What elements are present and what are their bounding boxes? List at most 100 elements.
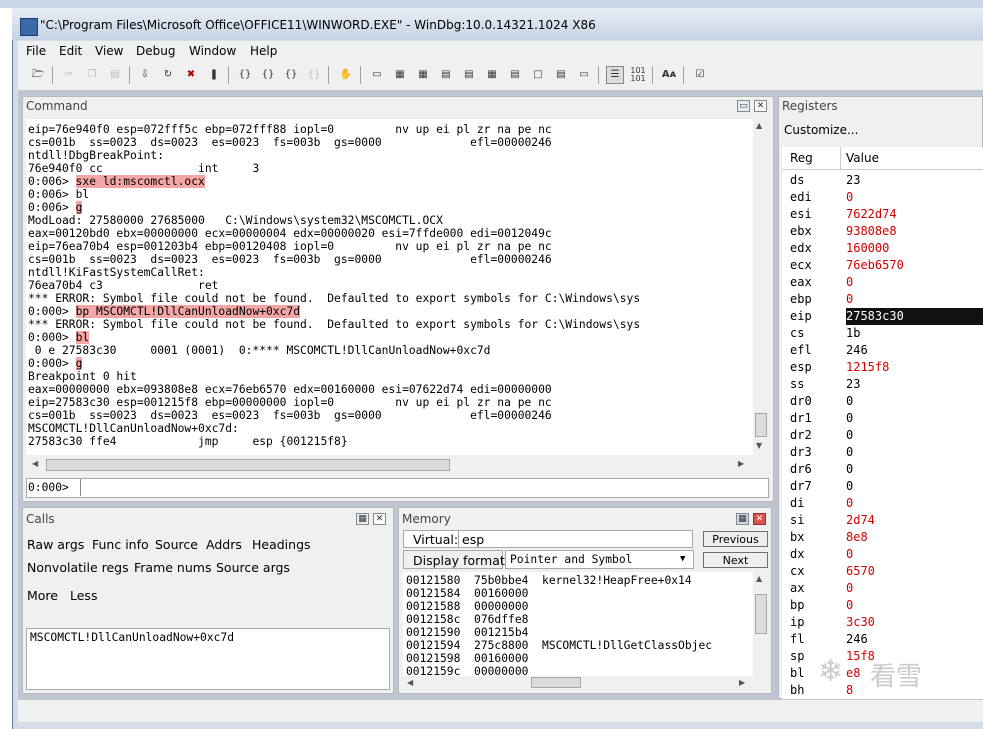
scroll-thumb[interactable] (531, 677, 581, 688)
source-option[interactable]: Source (155, 537, 198, 552)
disassembly-window-icon[interactable]: ▤ (506, 66, 524, 84)
go-icon[interactable]: ⇩ (136, 66, 154, 84)
scroll-right-icon[interactable]: ▶ (738, 459, 744, 468)
command-vertical-scrollbar[interactable]: ▲ ▼ (753, 119, 769, 455)
close-icon[interactable]: ✕ (753, 513, 766, 525)
scroll-left-icon[interactable]: ◀ (407, 678, 413, 687)
register-value[interactable]: 0 (846, 478, 983, 495)
register-value[interactable]: 0 (846, 291, 983, 308)
command-input[interactable] (80, 479, 768, 496)
virtual-address-input[interactable] (458, 531, 690, 547)
raw-args-option[interactable]: Raw args (27, 537, 84, 552)
register-value[interactable]: 7622d74 (846, 206, 983, 223)
options-icon[interactable]: ☑ (691, 66, 709, 84)
close-icon[interactable]: ✕ (373, 513, 386, 525)
stack-frame[interactable]: MSCOMCTL!DllCanUnloadNow+0xc7d (30, 631, 234, 644)
scroll-down-icon[interactable]: ▼ (756, 441, 762, 450)
reg-column-header[interactable]: Reg (790, 151, 813, 165)
scroll-up-icon[interactable]: ▲ (756, 574, 762, 583)
register-value[interactable]: 3c30 (846, 614, 983, 631)
register-value[interactable]: 160000 (846, 240, 983, 257)
register-value[interactable]: 0 (846, 597, 983, 614)
register-value[interactable]: 0 (846, 189, 983, 206)
memory-window-icon[interactable]: ▤ (460, 66, 478, 84)
paste-icon[interactable]: ▤ (106, 66, 124, 84)
register-value[interactable]: 0 (846, 393, 983, 410)
processes-threads-icon[interactable]: ▤ (552, 66, 570, 84)
scratch-pad-icon[interactable]: □ (529, 66, 547, 84)
register-value[interactable]: 1215f8 (846, 359, 983, 376)
source-args-option[interactable]: Source args (216, 560, 290, 575)
call-stack-window-icon[interactable]: ▦ (483, 66, 501, 84)
less-button[interactable]: Less (70, 588, 97, 603)
more-button[interactable]: More (27, 588, 58, 603)
register-value[interactable]: 93808e8 (846, 223, 983, 240)
register-value[interactable]: 0 (846, 274, 983, 291)
menu-debug[interactable]: Debug (136, 44, 175, 58)
memory-vertical-scrollbar[interactable]: ▲ (753, 572, 769, 676)
restart-icon[interactable]: ↻ (159, 66, 177, 84)
value-column-header[interactable]: Value (846, 151, 879, 165)
menu-view[interactable]: View (95, 44, 123, 58)
watch-window-icon[interactable]: ▦ (391, 66, 409, 84)
register-value[interactable]: 0 (846, 410, 983, 427)
register-value[interactable]: 1b (846, 325, 983, 342)
register-value[interactable]: 23 (846, 172, 983, 189)
step-out-icon[interactable]: {} (282, 66, 300, 84)
stop-debugging-icon[interactable]: ✖ (182, 66, 200, 84)
scroll-thumb[interactable] (755, 413, 767, 437)
addrs-option[interactable]: Addrs (206, 537, 242, 552)
dock-icon[interactable]: ▦ (736, 513, 749, 525)
font-icon[interactable]: Aᴀ (660, 66, 678, 84)
register-value[interactable]: 0 (846, 580, 983, 597)
register-value[interactable]: 0 (846, 546, 983, 563)
horizontal-scroll-thumb[interactable] (46, 459, 450, 471)
dock-icon[interactable]: ▭ (737, 100, 750, 112)
close-icon[interactable]: ✕ (754, 100, 767, 112)
hex-mode-icon[interactable]: 101 101 (629, 66, 647, 84)
register-value[interactable]: 246 (846, 342, 983, 359)
dock-icon[interactable]: ▦ (356, 513, 369, 525)
register-value[interactable]: 8e8 (846, 529, 983, 546)
previous-button[interactable]: Previous (703, 531, 768, 547)
register-value[interactable]: 76eb6570 (846, 257, 983, 274)
register-value[interactable]: 0 (846, 495, 983, 512)
scroll-left-icon[interactable]: ◀ (32, 459, 38, 468)
register-value[interactable]: 2d74 (846, 512, 983, 529)
register-value[interactable]: 246 (846, 631, 983, 648)
run-to-cursor-icon[interactable]: {} (305, 66, 323, 84)
memory-dump[interactable]: 00121580 75b0bbe4 kernel32!HeapFree+0x14… (403, 572, 753, 676)
registers-window-icon[interactable]: ▤ (437, 66, 455, 84)
func-info-option[interactable]: Func info (92, 537, 149, 552)
command-output[interactable]: eip=76e940f0 esp=072fff5c ebp=072fff88 i… (26, 119, 753, 455)
copy-icon[interactable]: ❐ (83, 66, 101, 84)
register-value[interactable]: 6570 (846, 563, 983, 580)
scroll-thumb[interactable] (755, 594, 767, 634)
cut-icon[interactable]: ✂ (60, 66, 78, 84)
register-value[interactable]: 0 (846, 427, 983, 444)
hand-icon[interactable]: ✋ (337, 66, 355, 84)
menu-help[interactable]: Help (250, 44, 277, 58)
source-mode-icon[interactable]: ▭ (575, 66, 593, 84)
source-mode-on-icon[interactable]: ☰ (606, 66, 624, 84)
step-into-icon[interactable]: {} (236, 66, 254, 84)
register-value[interactable]: 0 (846, 461, 983, 478)
register-value[interactable]: 27583c30 (846, 308, 983, 325)
register-value[interactable]: 0 (846, 444, 983, 461)
locals-window-icon[interactable]: ▦ (414, 66, 432, 84)
command-window-icon[interactable]: ▭ (368, 66, 386, 84)
menu-window[interactable]: Window (189, 44, 236, 58)
menu-edit[interactable]: Edit (59, 44, 82, 58)
headings-option[interactable]: Headings (252, 537, 311, 552)
menu-file[interactable]: File (26, 44, 46, 58)
break-icon[interactable]: ❚ (205, 66, 223, 84)
register-value[interactable]: 23 (846, 376, 983, 393)
nonvolatile-regs-option[interactable]: Nonvolatile regs (27, 560, 129, 575)
scroll-right-icon[interactable]: ▶ (739, 678, 745, 687)
customize-button[interactable]: Customize... (784, 123, 858, 137)
open-icon[interactable]: 🗁 (29, 66, 47, 84)
scroll-up-icon[interactable]: ▲ (756, 121, 762, 130)
next-button[interactable]: Next (703, 552, 768, 568)
memory-horizontal-scrollbar[interactable]: ◀ ▶ (403, 676, 769, 690)
display-format-select[interactable]: Pointer and Symbol ▼ (505, 550, 694, 569)
